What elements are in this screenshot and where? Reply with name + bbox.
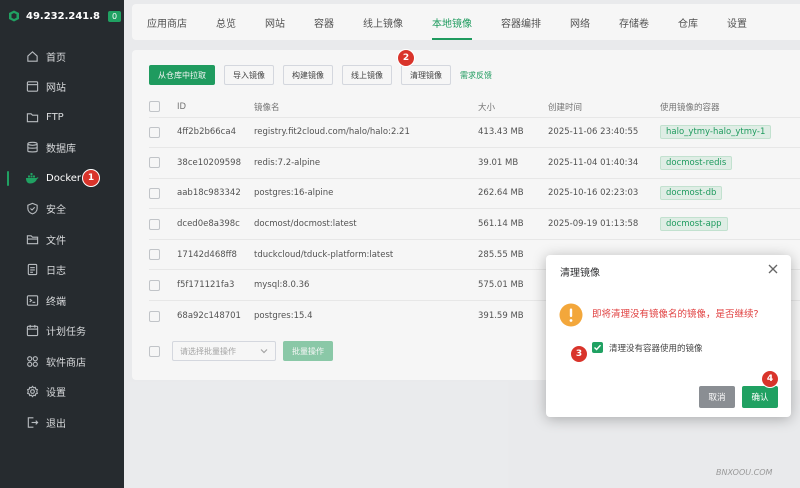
server-logo-icon [8, 10, 20, 22]
sidebar-item-label: 软件商店 [46, 357, 86, 369]
sidebar-item-label: 数据库 [46, 144, 76, 156]
logout-icon [25, 415, 39, 429]
gear-icon [25, 385, 39, 399]
server-ip: 49.232.241.8 [26, 10, 101, 22]
sidebar-item-app-store[interactable]: 软件商店 [0, 346, 124, 377]
sidebar-item-label: 安全 [46, 205, 66, 217]
sidebar-item-label: 文件 [46, 235, 66, 247]
sidebar-item-logout[interactable]: 退出 [0, 407, 124, 438]
shield-icon [25, 202, 39, 216]
sidebar-item-label: 日志 [46, 266, 66, 278]
sidebar-menu: 首页 网站 FTP 数据库 Docker 安全 文件 日志 终端 计划任务 软件… [0, 41, 124, 438]
sidebar-item-label: 终端 [46, 296, 66, 308]
sidebar-item-settings[interactable]: 设置 [0, 377, 124, 408]
sidebar-item-label: 网站 [46, 83, 66, 95]
sidebar-header: 49.232.241.8 0 [0, 0, 124, 32]
sidebar-item-ftp[interactable]: FTP [0, 102, 124, 133]
watermark: BNXOOU.COM [716, 468, 773, 477]
sidebar-item-logs[interactable]: 日志 [0, 255, 124, 286]
sidebar-item-files[interactable]: 文件 [0, 224, 124, 255]
file-folder-icon [25, 232, 39, 246]
sidebar-item-terminal[interactable]: 终端 [0, 285, 124, 316]
sidebar-item-label: FTP [46, 111, 64, 123]
clean-unused-checkbox[interactable] [592, 342, 603, 353]
sidebar-item-docker[interactable]: Docker [0, 163, 124, 194]
dialog-title: 清理镜像 [560, 268, 600, 279]
sidebar-item-label: Docker [46, 172, 82, 184]
sidebar-item-label: 计划任务 [46, 327, 86, 339]
database-icon [25, 141, 39, 155]
sidebar-item-label: 首页 [46, 52, 66, 64]
step-marker: 1 [82, 169, 100, 187]
clean-images-dialog: 清理镜像 即将清理没有镜像名的镜像，是否继续? 清理没有容器使用的镜像 取消 确… [546, 255, 791, 417]
log-icon [25, 263, 39, 277]
confirm-button[interactable]: 确认 [742, 386, 778, 408]
folder-icon [25, 110, 39, 124]
step-marker: 2 [397, 49, 415, 67]
alert-count-badge[interactable]: 0 [108, 10, 122, 22]
sidebar-item-label: 退出 [46, 418, 66, 430]
sidebar-item-security[interactable]: 安全 [0, 194, 124, 225]
terminal-icon [25, 293, 39, 307]
sidebar-item-database[interactable]: 数据库 [0, 133, 124, 164]
step-marker: 4 [761, 370, 779, 388]
sidebar-item-website[interactable]: 网站 [0, 72, 124, 103]
clean-unused-label[interactable]: 清理没有容器使用的镜像 [609, 342, 703, 354]
sidebar-item-cron[interactable]: 计划任务 [0, 316, 124, 347]
sidebar: 49.232.241.8 0 首页 网站 FTP 数据库 Docker 安全 文… [0, 0, 124, 488]
apps-icon [25, 354, 39, 368]
calendar-icon [25, 324, 39, 338]
warning-icon [559, 303, 583, 327]
close-icon[interactable] [767, 263, 779, 275]
cancel-button[interactable]: 取消 [699, 386, 735, 408]
docker-icon [25, 171, 39, 185]
sidebar-item-label: 设置 [46, 388, 66, 400]
sidebar-item-home[interactable]: 首页 [0, 41, 124, 72]
step-marker: 3 [570, 345, 588, 363]
home-icon [25, 49, 39, 63]
dialog-message: 即将清理没有镜像名的镜像，是否继续? [592, 309, 759, 320]
website-icon [25, 80, 39, 94]
